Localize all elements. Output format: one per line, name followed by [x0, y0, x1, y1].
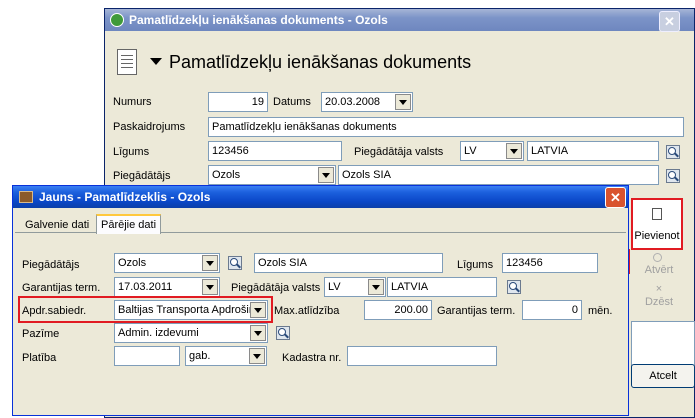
f-max-field[interactable]: 200.00 [364, 300, 432, 320]
f-pazime-field[interactable]: Admin. izdevumi [114, 323, 268, 343]
paskaidrojums-field[interactable]: Pamatlīdzekļu ienākšanas dokuments [208, 117, 684, 137]
front-window-title: Jauns - Pamatlīdzeklis - Ozols [39, 190, 211, 204]
f-piegadatajs-code-field[interactable]: Ozols [114, 253, 220, 273]
valsts-code-value: LV [464, 145, 477, 157]
window-app-icon [19, 191, 33, 203]
piegadatajs-code-field[interactable]: Ozols [208, 165, 336, 185]
f-valsts-code-field[interactable]: LV [324, 277, 386, 297]
f-platiba-label: Platība [22, 352, 57, 364]
datums-value: 20.03.2008 [325, 96, 381, 108]
datums-field[interactable]: 20.03.2008 [321, 92, 413, 112]
back-close-button[interactable]: ✕ [659, 11, 680, 32]
header-title: Pamatlīdzekļu ienākšanas dokuments [169, 52, 472, 72]
open-icon [653, 253, 662, 262]
f-pazime-label: Pazīme [22, 328, 60, 340]
f-men-label: mēn. [588, 305, 613, 317]
atvert-label: Atvērt [644, 264, 674, 276]
piegadatajs-label: Piegādātājs [113, 170, 171, 182]
f-piegadatajs-label: Piegādātājs [22, 259, 80, 271]
f-ligums-label: Līgums [457, 259, 494, 271]
side-panel-area [631, 321, 695, 367]
pievienot-button[interactable]: Pievienot [631, 198, 683, 250]
datums-label: Datums [273, 96, 311, 108]
f-piegadatajs-code-value: Ozols [118, 257, 147, 269]
f-piegadatajs-name-field: Ozols SIA [254, 253, 443, 273]
f-kadastra-label: Kadastra nr. [282, 352, 342, 364]
numurs-field[interactable]: 19 [208, 92, 268, 112]
atcelt-button[interactable]: Atcelt [631, 364, 695, 388]
f-valsts-code-value: LV [328, 281, 341, 293]
numurs-label: Numurs [113, 96, 152, 108]
f-garantijas-field[interactable]: 17.03.2011 [114, 277, 220, 297]
f-pazime-dropdown-button[interactable] [250, 325, 266, 341]
header-dropdown-arrow-icon[interactable] [150, 58, 162, 65]
paskaidrojums-label: Paskaidrojums [113, 121, 186, 133]
piegadatajs-lookup-icon[interactable] [666, 169, 680, 183]
f-ligums-field[interactable]: 123456 [502, 253, 598, 273]
atcelt-label: Atcelt [649, 370, 677, 382]
f-pazime-lookup-icon[interactable] [276, 326, 290, 340]
dzest-label: Dzēst [644, 296, 674, 308]
valsts-label: Piegādātāja valsts [354, 146, 444, 158]
piegadatajs-name-field: Ozols SIA [338, 165, 659, 185]
back-window-title: Pamatlīdzekļu ienākšanas dokuments - Ozo… [129, 13, 388, 27]
f-kadastra-field[interactable] [347, 346, 497, 366]
app-logo-icon [110, 13, 124, 27]
pievienot-label: Pievienot [634, 230, 680, 242]
tab-parejie-dati[interactable]: Pārējie dati [96, 214, 162, 234]
atvert-button[interactable]: Atvērt [631, 253, 687, 279]
piegadatajs-dropdown-button[interactable] [318, 167, 334, 183]
ligums-field[interactable]: 123456 [208, 141, 342, 161]
f-garantijas2-field[interactable]: 0 [522, 300, 582, 320]
f-garantijas-value: 17.03.2011 [118, 281, 173, 293]
f-valsts-label: Piegādātāja valsts [231, 282, 321, 294]
valsts-code-field[interactable]: LV [460, 141, 524, 161]
f-unit-value: gab. [189, 350, 211, 362]
annotation-highlight-box [18, 296, 273, 323]
new-document-icon [652, 208, 662, 220]
dzest-button[interactable]: × Dzēst [631, 283, 687, 311]
f-garantijas2-label: Garantijas term. [437, 305, 516, 317]
f-unit-field[interactable]: gab. [185, 346, 267, 366]
f-valsts-dropdown-button[interactable] [368, 279, 384, 295]
f-unit-dropdown-button[interactable] [249, 348, 265, 364]
front-window: Jauns - Pamatlīdzeklis - Ozols ✕ Galveni… [12, 185, 629, 416]
f-pazime-value: Admin. izdevumi [118, 327, 199, 339]
document-icon [117, 49, 137, 75]
datums-dropdown-button[interactable] [395, 94, 411, 110]
f-piegadatajs-lookup-icon[interactable] [228, 256, 242, 270]
back-window-titlebar[interactable]: Pamatlīdzekļu ienākšanas dokuments - Ozo… [105, 9, 694, 32]
f-garantijas-label: Garantijas term. [22, 282, 101, 294]
f-platiba-field[interactable] [114, 346, 180, 366]
tab-galvenie-dati[interactable]: Galvenie dati [21, 216, 93, 234]
f-valsts-name-field: LATVIA [387, 277, 497, 297]
valsts-dropdown-button[interactable] [506, 143, 522, 159]
delete-icon: × [655, 283, 663, 295]
front-window-titlebar[interactable]: Jauns - Pamatlīdzeklis - Ozols ✕ [13, 186, 628, 208]
f-valsts-lookup-icon[interactable] [507, 280, 521, 294]
f-garantijas-dropdown-button[interactable] [202, 279, 218, 295]
valsts-lookup-icon[interactable] [666, 145, 680, 159]
ligums-label: Līgums [113, 146, 150, 158]
front-close-button[interactable]: ✕ [605, 187, 626, 208]
f-max-label: Max.atlīdzība [274, 305, 340, 317]
piegadatajs-code-value: Ozols [212, 169, 241, 181]
valsts-name-field: LATVIA [527, 141, 659, 161]
f-piegadatajs-dropdown-button[interactable] [202, 255, 218, 271]
